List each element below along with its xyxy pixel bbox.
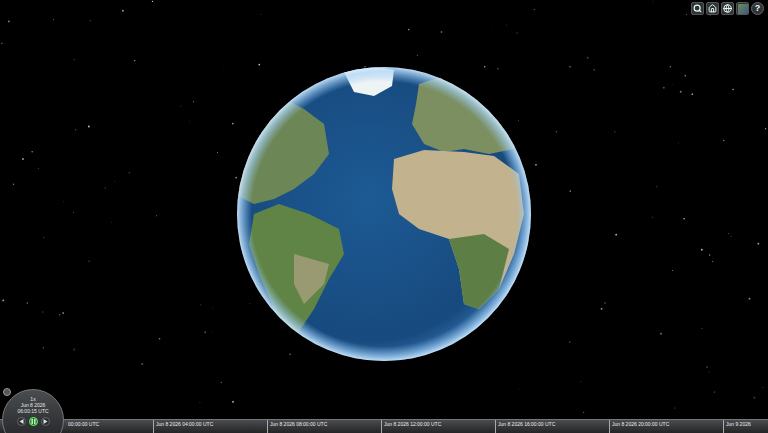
search-icon — [693, 4, 702, 13]
timeline-tick-label: Jun 8 2026 20:00:00 UTC — [609, 420, 723, 433]
toolbar: ? — [691, 2, 764, 15]
play-button[interactable] — [41, 417, 50, 426]
help-button[interactable]: ? — [751, 2, 764, 15]
pause-icon — [31, 419, 36, 424]
timeline-tick-label: Jun 8 2026 04:00:00 UTC — [153, 420, 267, 433]
home-button[interactable] — [706, 2, 719, 15]
timeline-tick-label: Jun 8 2026 16:00:00 UTC — [495, 420, 609, 433]
play-icon — [43, 419, 48, 424]
shuttle-knob[interactable] — [3, 388, 11, 396]
speed-label: 1x — [30, 396, 35, 402]
timeline[interactable]: 00:00:00 UTCJun 8 2026 04:00:00 UTCJun 8… — [0, 419, 768, 433]
cesium-viewer: ?00:00:00 UTCJun 8 2026 04:00:00 UTCJun … — [0, 0, 768, 433]
play-reverse-icon — [19, 419, 24, 424]
earth-globe[interactable] — [234, 64, 534, 364]
date-label: Jun 8 2026 — [21, 402, 46, 408]
search-button[interactable] — [691, 2, 704, 15]
reverse-button[interactable] — [17, 417, 26, 426]
home-icon — [708, 4, 717, 13]
base-layer-button[interactable] — [736, 2, 749, 15]
timeline-tick-label: 00:00:00 UTC — [66, 420, 153, 433]
animation-widget: 1xJun 8 202606:00:15 UTC — [0, 387, 66, 433]
timeline-tick-label: Jun 9 2026 — [723, 420, 768, 433]
globe-icon — [723, 4, 732, 13]
pause-button[interactable] — [29, 417, 38, 426]
timeline-tick-label: Jun 8 2026 12:00:00 UTC — [381, 420, 495, 433]
time-label: 06:00:15 UTC — [17, 408, 48, 414]
imagery-thumbnail-icon — [738, 4, 748, 14]
globe-canvas[interactable]: ? — [0, 0, 768, 419]
timeline-tick-label: Jun 8 2026 08:00:00 UTC — [267, 420, 381, 433]
scene-mode-button[interactable] — [721, 2, 734, 15]
playback-controls — [17, 417, 50, 426]
